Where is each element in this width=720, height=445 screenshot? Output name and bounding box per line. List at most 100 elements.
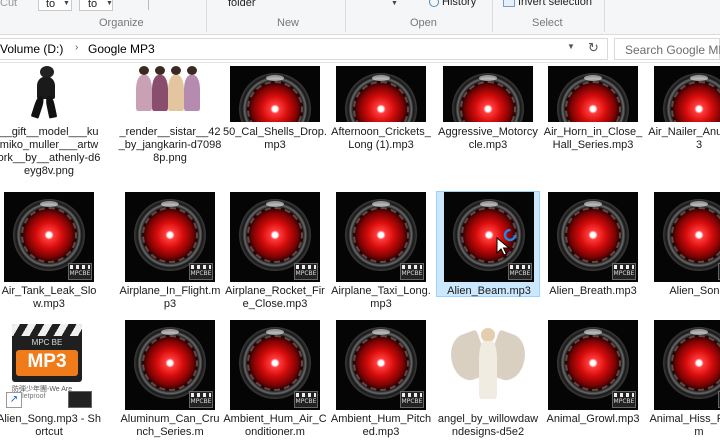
history-icon xyxy=(429,0,439,8)
search-input-placeholder: Search Google MP3 xyxy=(625,43,720,57)
group-select-label: Select xyxy=(532,17,563,29)
audio-file-icon: MPCBE xyxy=(230,192,320,282)
file-item[interactable]: MPCBE Aggressive_Motorcycle.mp3 xyxy=(436,66,540,188)
file-name: Alien_Song.mp3 - Shortcut xyxy=(0,413,101,438)
file-item[interactable]: MPCBE Alien_Song. xyxy=(647,192,720,312)
file-item[interactable]: MPCBE 50_Cal_Shells_Drop.mp3 xyxy=(223,66,327,188)
file-name: Alien_Breath.mp3 xyxy=(549,285,637,297)
copy-to-button[interactable]: to ▼ xyxy=(38,0,72,11)
file-name: Air_Nailer_Anum.mp3 xyxy=(648,126,720,151)
divider xyxy=(345,0,346,32)
address-bar[interactable]: Volume (D:) › Google MP3 ▼ ↻ xyxy=(0,38,608,60)
cut-button[interactable]: Cut xyxy=(0,0,17,9)
mouse-cursor-icon xyxy=(496,229,517,255)
group-new-label: New xyxy=(277,17,300,29)
file-name: Alien_Beam.mp3 xyxy=(447,285,531,297)
file-item[interactable]: MPCBE Airplane_Taxi_Long.mp3 xyxy=(329,192,433,312)
file-item[interactable]: MPCBE Ambient_Hum_Pitched.mp3 xyxy=(329,320,433,445)
mpc-badge-icon xyxy=(68,391,92,408)
file-name: __gift__model___kumiko_muller___artwork_… xyxy=(0,126,101,177)
file-item[interactable]: MPCBE Alien_Beam.mp3 xyxy=(436,191,540,297)
badge-text: MPCBE xyxy=(401,270,423,277)
file-thumbnail: MPCBE xyxy=(336,66,426,122)
mpc-badge-icon: MPCBE xyxy=(508,263,532,280)
file-name: Alien_Song. xyxy=(669,285,720,297)
divider xyxy=(206,0,207,32)
new-folder-button[interactable]: folder xyxy=(228,0,256,9)
breadcrumb-drive[interactable]: Volume (D:) xyxy=(0,42,63,56)
mpc-badge-icon: MPCBE xyxy=(612,263,636,280)
mpc-badge-icon: MPCBE xyxy=(68,263,92,280)
file-name: Ambient_Hum_Pitched.mp3 xyxy=(330,413,432,438)
mpc-badge-icon: MPCBE xyxy=(189,263,213,280)
file-item[interactable]: MPCBE Afternoon_Crickets_Long (1).mp3 xyxy=(329,66,433,188)
file-item[interactable]: MPCBE Alien_Breath.mp3 xyxy=(541,192,645,312)
file-item[interactable]: _render__sistar__42_by_jangkarin-d70988p… xyxy=(118,66,222,188)
invert-selection-label: Invert selection xyxy=(518,0,592,8)
file-name: Ambient_Hum_Air_Conditioner.m xyxy=(223,413,327,438)
audio-file-icon: MPCBE xyxy=(444,192,534,282)
file-item[interactable]: MPCBE Airplane_Rocket_Fire_Close.mp3 xyxy=(223,192,327,312)
file-thumbnail: MPCBE xyxy=(230,320,320,410)
chevron-down-icon[interactable]: ▼ xyxy=(391,0,398,7)
file-thumbnail: MPCBE xyxy=(230,192,320,282)
file-name: _render__sistar__42_by_jangkarin-d70988p… xyxy=(118,126,222,164)
divider xyxy=(492,0,493,32)
badge-text: MPCBE xyxy=(509,270,531,277)
audio-file-icon: MPCBE xyxy=(654,320,720,410)
file-item[interactable]: __gift__model___kumiko_muller___artwork_… xyxy=(0,66,101,188)
file-thumbnail: MPCBE xyxy=(548,320,638,410)
audio-file-icon: MPCBE xyxy=(548,192,638,282)
image-file-icon xyxy=(443,320,533,410)
refresh-icon[interactable]: ↻ xyxy=(588,40,599,56)
file-thumbnail xyxy=(4,66,94,122)
badge-text: MPCBE xyxy=(69,270,91,277)
file-thumbnail: MPCBE xyxy=(4,192,94,282)
file-item[interactable]: angel_by_willowdawndesigns-d5e2 xyxy=(436,320,540,445)
file-item[interactable]: MPCBE Animal_Hiss_Rattle.m xyxy=(647,320,720,445)
audio-file-icon: MPCBE xyxy=(230,66,320,122)
file-item[interactable]: MPCBE Air_Tank_Leak_Slow.mp3 xyxy=(0,192,101,312)
file-name: Airplane_In_Flight.mp3 xyxy=(119,285,221,310)
file-thumbnail: MPCBE xyxy=(443,66,533,122)
breadcrumb-folder[interactable]: Google MP3 xyxy=(88,42,155,56)
file-item[interactable]: MPCBE Air_Horn_in_Close_Hall_Series.mp3 xyxy=(541,66,645,188)
copy-to-label: to xyxy=(46,0,56,10)
audio-file-icon: MPCBE xyxy=(336,66,426,122)
file-item[interactable]: MPCBE Ambient_Hum_Air_Conditioner.m xyxy=(223,320,327,445)
file-thumbnail: MPCBE xyxy=(125,192,215,282)
address-history-dropdown-icon[interactable]: ▼ xyxy=(567,42,575,51)
badge-text: MPCBE xyxy=(613,398,635,405)
file-item[interactable]: MPCBE Air_Nailer_Anum.mp3 xyxy=(647,66,720,188)
file-name: angel_by_willowdawndesigns-d5e2 xyxy=(437,413,539,438)
file-item[interactable]: MPCBE Aluminum_Can_Crunch_Series.m xyxy=(118,320,222,445)
badge-text: MPCBE xyxy=(401,398,423,405)
file-item[interactable]: MPC BE MP3 防弾少年團-We Are Bulletproof ↗ Alien_S… xyxy=(0,320,101,445)
history-button[interactable]: History xyxy=(429,0,476,8)
chevron-down-icon: ▼ xyxy=(63,0,70,7)
address-row: Volume (D:) › Google MP3 ▼ ↻ Search Goog… xyxy=(0,35,720,63)
mpc-badge-icon: MPCBE xyxy=(400,391,424,408)
search-box[interactable]: Search Google MP3 xyxy=(614,38,720,60)
group-organize-label: Organize xyxy=(99,17,144,29)
mpc-badge-icon: MPCBE xyxy=(294,263,318,280)
divider xyxy=(604,0,605,32)
file-item[interactable]: MPCBE Animal_Growl.mp3 xyxy=(541,320,645,445)
mpc-badge-icon: MPCBE xyxy=(400,263,424,280)
mpc-badge-icon: MPCBE xyxy=(612,391,636,408)
history-label: History xyxy=(442,0,477,8)
file-thumbnail: MPC BE MP3 防弾少年團-We Are Bulletproof ↗ xyxy=(4,320,94,410)
file-thumbnail: MPCBE xyxy=(230,66,320,122)
ribbon: Cut to ▼ to ▼ Organize folder New ▼ Histor… xyxy=(0,0,720,35)
invert-selection-button[interactable]: Invert selection xyxy=(503,0,592,8)
badge-text: MPCBE xyxy=(295,270,317,277)
clapperboard-icon: MPC BE MP3 防弾少年團-We Are Bulletproof ↗ xyxy=(4,320,94,410)
mpc-badge-icon: MPCBE xyxy=(294,391,318,408)
file-item[interactable]: MPCBE Airplane_In_Flight.mp3 xyxy=(118,192,222,312)
shortcut-arrow-icon: ↗ xyxy=(6,392,22,408)
mpc-badge-icon: MPCBE xyxy=(189,391,213,408)
mpc-format: MP3 xyxy=(27,351,67,372)
file-name: Aluminum_Can_Crunch_Series.m xyxy=(120,413,220,438)
move-to-button[interactable]: to ▼ xyxy=(79,0,113,11)
breadcrumb-separator-icon[interactable]: › xyxy=(75,42,78,53)
